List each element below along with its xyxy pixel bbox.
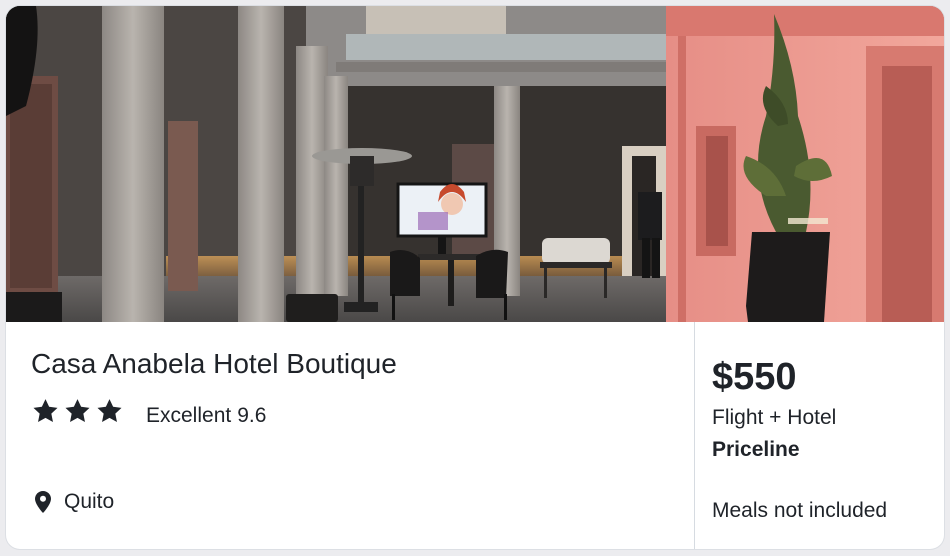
star-icon bbox=[65, 399, 90, 422]
guest-rating: Excellent 9.6 bbox=[146, 404, 266, 428]
star-rating bbox=[31, 397, 124, 425]
provider-name: Priceline bbox=[712, 438, 800, 461]
package-type: Flight + Hotel bbox=[712, 406, 837, 429]
price-panel[interactable]: $550 Flight + Hotel Priceline Meals not … bbox=[695, 322, 944, 549]
star-icon bbox=[97, 399, 122, 422]
map-pin-icon bbox=[35, 491, 51, 513]
star-icon bbox=[33, 399, 58, 422]
rating-label: Excellent bbox=[146, 404, 232, 427]
meals-info: Meals not included bbox=[712, 499, 888, 522]
rating-score: 9.6 bbox=[237, 404, 267, 427]
hotel-photo[interactable] bbox=[6, 6, 944, 322]
location-name: Quito bbox=[64, 490, 115, 513]
hotel-name[interactable]: Casa Anabela Hotel Boutique bbox=[31, 348, 397, 380]
hotel-result-card[interactable]: Casa Anabela Hotel Boutique Excellent 9.6… bbox=[6, 6, 944, 549]
location: Quito bbox=[35, 490, 114, 514]
hotel-info: Casa Anabela Hotel Boutique Excellent 9.6… bbox=[6, 322, 694, 549]
price: $550 bbox=[712, 356, 797, 398]
